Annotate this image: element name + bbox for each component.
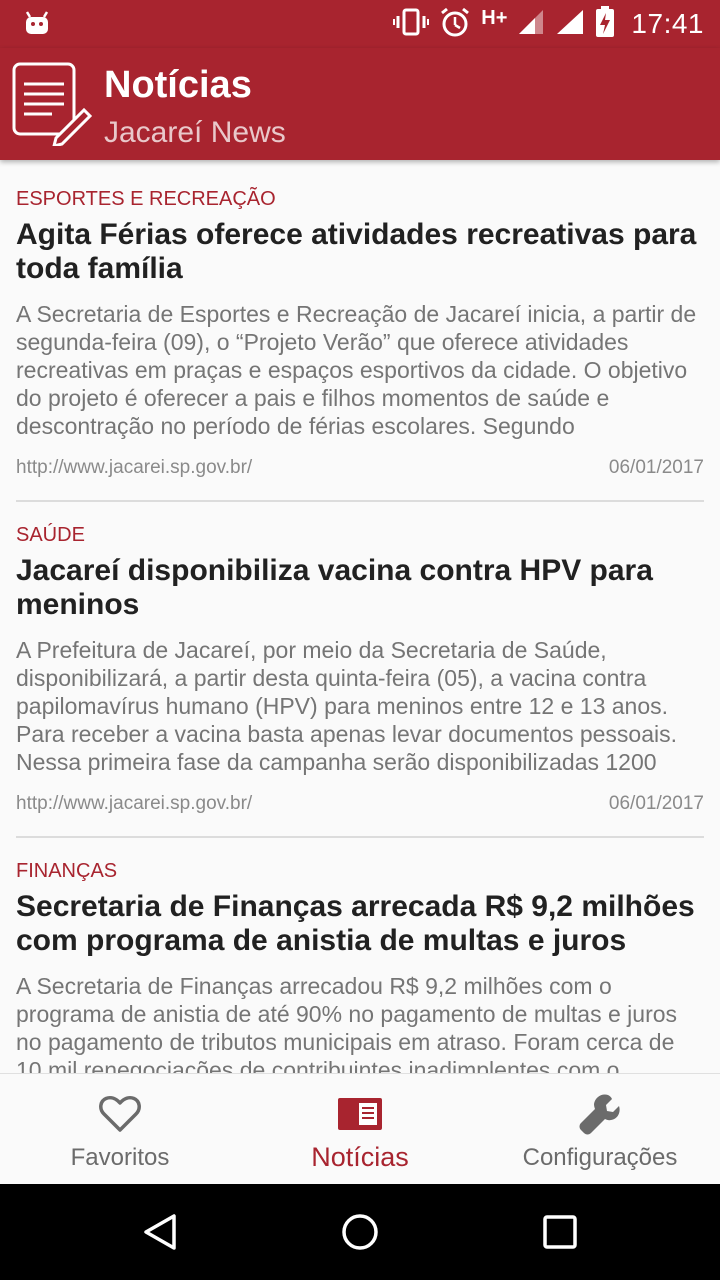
news-category: ESPORTES E RECREAÇÃO [16,188,276,210]
app-bar: Notícias Jacareí News [0,48,720,160]
news-category: FINANÇAS [16,860,118,882]
nav-label: Notícias [311,1142,409,1172]
news-card[interactable]: SAÚDE Jacareí disponibiliza vacina contr… [0,502,720,838]
signal-full-icon [555,8,585,41]
signal-icon [517,8,545,41]
nav-favoritos[interactable]: Favoritos [0,1074,240,1184]
news-meta: http://www.jacarei.sp.gov.br/ 06/01/2017 [16,456,704,480]
news-source: http://www.jacarei.sp.gov.br/ [16,457,253,478]
app-title: Notícias [104,64,252,106]
nav-label: Favoritos [70,1144,170,1171]
back-icon[interactable] [136,1208,184,1256]
android-debug-icon [24,10,50,41]
status-time: 17:41 [631,8,704,39]
battery-charging-icon [595,5,615,43]
news-body: A Prefeitura de Jacareí, por meio da Sec… [16,637,678,775]
news-category: SAÚDE [16,524,85,546]
vibrate-icon [393,8,430,41]
notepad-pencil-icon [12,62,93,149]
news-list[interactable]: ESPORTES E RECREAÇÃO Agita Férias oferec… [0,160,720,1073]
bottom-navigation: Favoritos Notícias Configurações [0,1073,720,1184]
news-body: A Secretaria de Esportes e Recreação de … [16,301,697,439]
home-icon[interactable] [336,1208,384,1256]
news-body: A Secretaria de Finanças arrecadou R$ 9,… [16,973,678,1073]
wrench-icon [576,1092,624,1136]
network-type: H+ [481,6,508,29]
system-navigation-bar [0,1184,720,1280]
news-card[interactable]: ESPORTES E RECREAÇÃO Agita Férias oferec… [0,160,720,502]
heart-icon [96,1092,144,1136]
news-meta: http://www.jacarei.sp.gov.br/ 06/01/2017 [16,792,704,816]
nav-configuracoes[interactable]: Configurações [480,1074,720,1184]
news-card[interactable]: FINANÇAS Secretaria de Finanças arrecada… [0,838,720,1073]
news-source: http://www.jacarei.sp.gov.br/ [16,793,253,814]
news-title: Jacareí disponibiliza vacina contra HPV … [16,554,653,621]
nav-label: Configurações [522,1144,678,1171]
newspaper-icon [336,1092,384,1136]
news-title: Agita Férias oferece atividades recreati… [16,218,697,285]
nav-noticias[interactable]: Notícias [240,1074,480,1184]
app-subtitle: Jacareí News [104,116,286,149]
news-title: Secretaria de Finanças arrecada R$ 9,2 m… [16,890,695,957]
news-date: 06/01/2017 [608,457,704,478]
alarm-icon [439,6,471,43]
news-date: 06/01/2017 [608,793,704,814]
status-bar: H+ 17:41 [0,0,720,48]
recents-icon[interactable] [536,1208,584,1256]
